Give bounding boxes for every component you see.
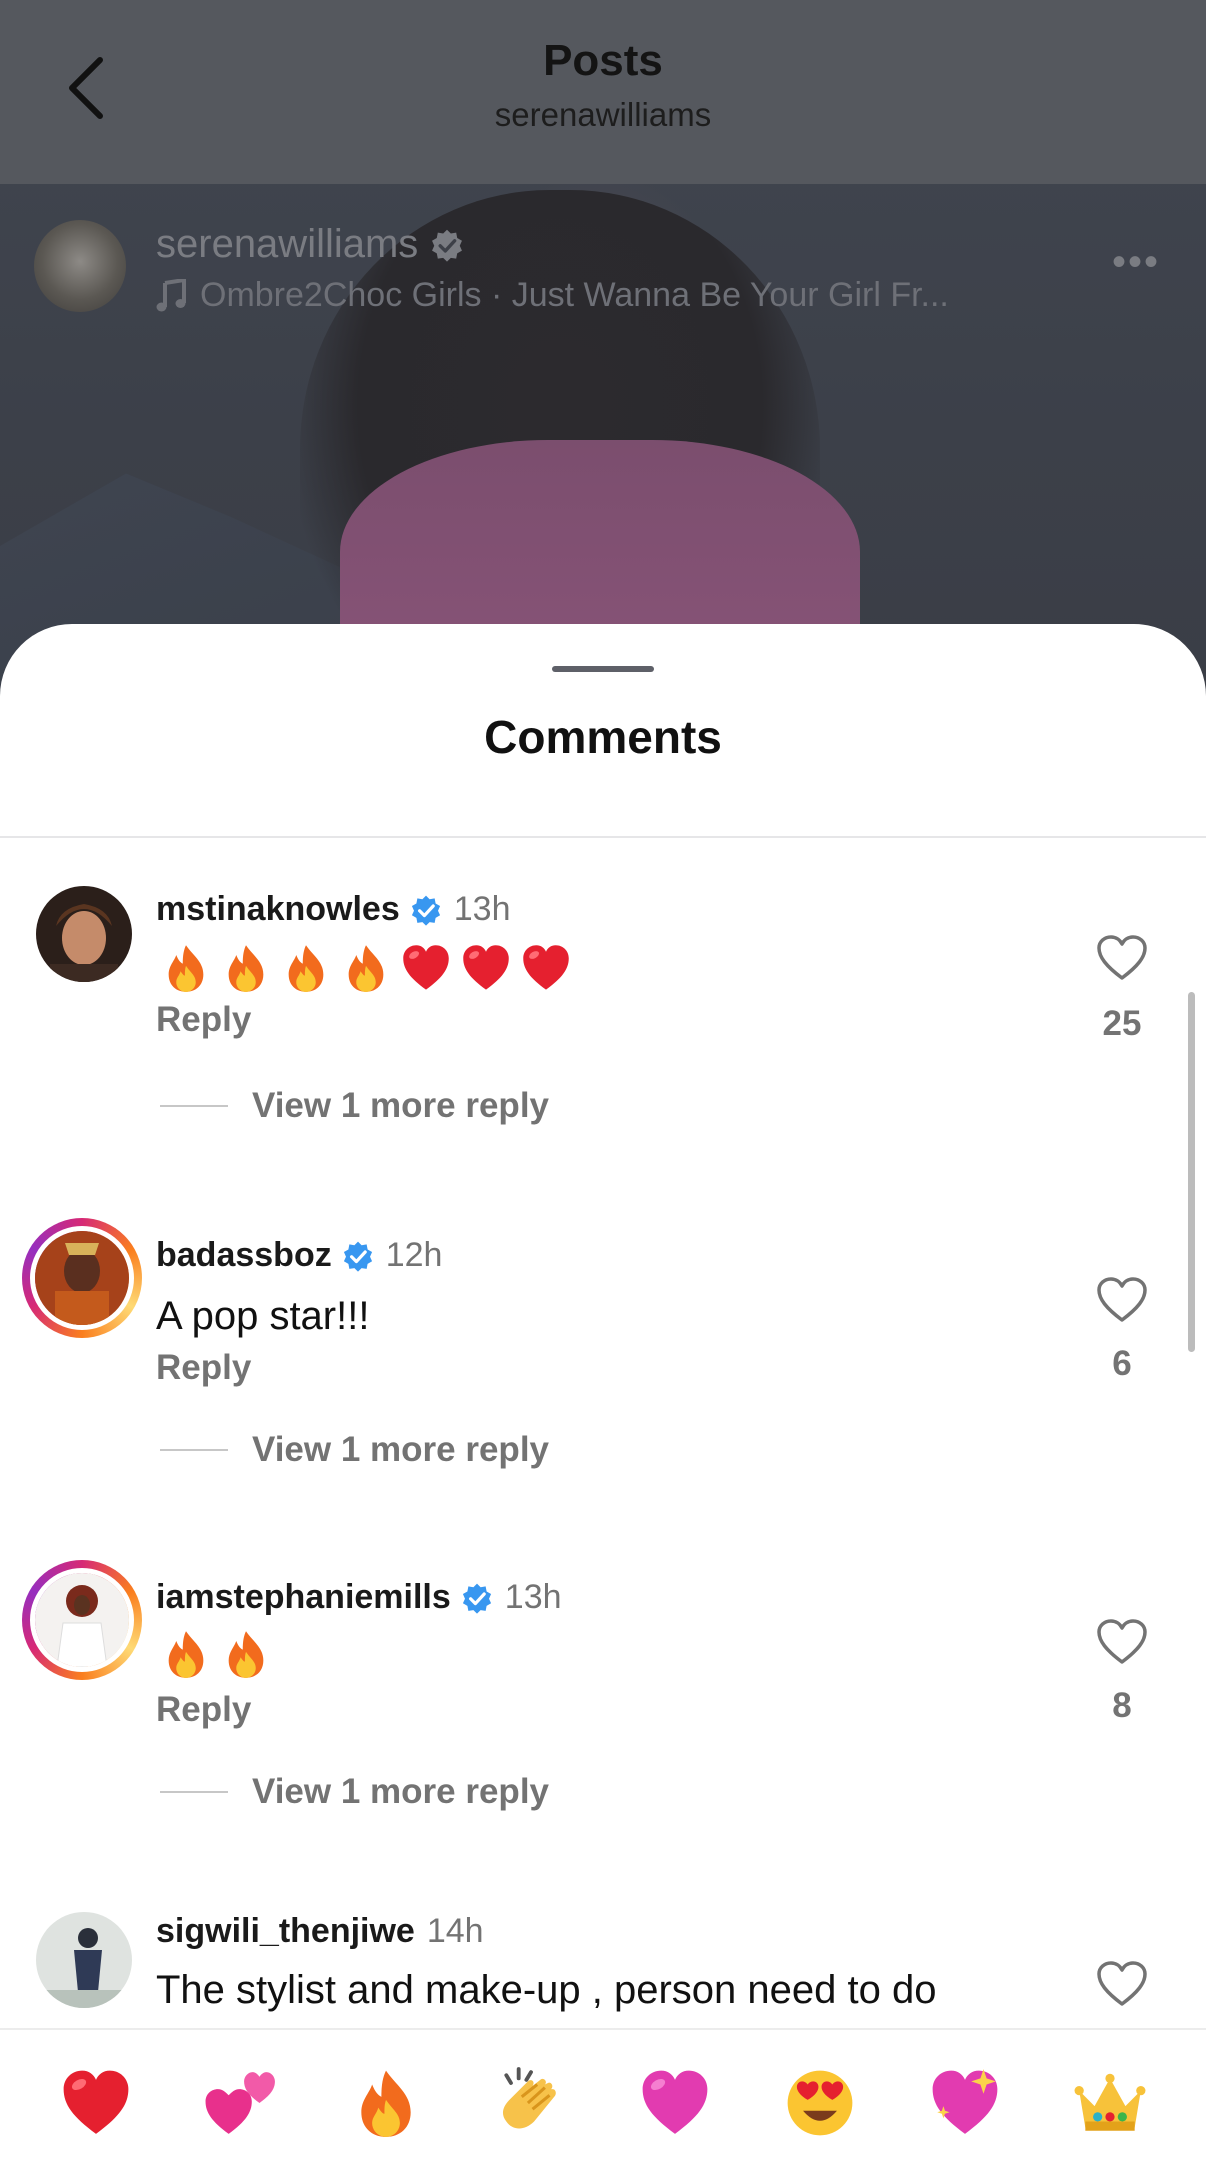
crown-reaction-button[interactable] — [1065, 2058, 1155, 2148]
comment-time: 13h — [453, 890, 511, 928]
fire-reaction-button[interactable] — [341, 2058, 431, 2148]
post-music-line[interactable]: Ombre2Choc Girls · Just Wanna Be Your Gi… — [156, 276, 949, 315]
fire-emoji-icon — [160, 942, 212, 999]
comment-user-line: sigwili_thenjiwe 14h — [156, 1912, 484, 1951]
comment-emoji-text — [160, 1628, 272, 1685]
heart-emoji-icon — [520, 942, 572, 999]
heart-icon[interactable] — [1096, 934, 1148, 982]
sheet-title: Comments — [484, 711, 722, 763]
view-more-replies-label: View 1 more reply — [252, 1086, 550, 1125]
like-count: 6 — [1112, 1344, 1132, 1383]
view-more-replies-button[interactable]: View 1 more reply — [160, 1430, 549, 1470]
like-count: 8 — [1112, 1686, 1132, 1725]
view-more-replies-label: View 1 more reply — [252, 1772, 550, 1811]
avatar[interactable] — [22, 1560, 142, 1680]
verified-badge-icon — [343, 1241, 372, 1272]
top-nav-bar: Posts serenawilliams — [0, 0, 1206, 184]
post-header: serenawilliams Ombre2Choc Girls · Just W… — [0, 184, 1206, 314]
post-author-username[interactable]: serenawilliams — [156, 222, 464, 267]
reply-thread-line — [160, 1449, 228, 1451]
avatar[interactable] — [22, 1218, 142, 1338]
heart-eyes-reaction-button[interactable] — [775, 2058, 865, 2148]
two-hearts-reaction-button[interactable] — [196, 2058, 286, 2148]
comment-username[interactable]: iamstephaniemills — [156, 1578, 451, 1617]
comment-user-line: iamstephaniemills 13h — [156, 1578, 562, 1617]
fire-emoji-icon — [220, 1628, 272, 1685]
comment-user-line: mstinaknowles 13h — [156, 890, 510, 929]
emoji-reaction-bar — [0, 2028, 1206, 2176]
post-author-avatar[interactable] — [34, 220, 126, 312]
view-more-replies-button[interactable]: View 1 more reply — [160, 1086, 549, 1126]
reply-thread-line — [160, 1791, 228, 1793]
sheet-divider — [0, 836, 1206, 838]
comment-item: mstinaknowles 13h Reply View 1 more repl… — [0, 874, 1150, 1214]
comment-time: 12h — [385, 1236, 443, 1274]
comments-sheet: Comments mstinaknowles 13h Reply View 1 … — [0, 624, 1206, 2176]
avatar[interactable] — [36, 886, 132, 982]
heart-emoji-icon — [460, 942, 512, 999]
sheet-drag-handle[interactable] — [552, 666, 654, 672]
clapping-hands-reaction-button[interactable] — [486, 2058, 576, 2148]
heart-icon[interactable] — [1096, 1618, 1148, 1666]
view-more-replies-label: View 1 more reply — [252, 1430, 550, 1469]
comment-emoji-text — [160, 942, 572, 999]
music-track-label: Ombre2Choc Girls · Just Wanna Be Your Gi… — [200, 276, 949, 314]
avatar-photo — [35, 1231, 129, 1325]
view-more-replies-button[interactable]: View 1 more reply — [160, 1772, 549, 1812]
verified-badge-icon — [462, 1583, 491, 1614]
comment-item: iamstephaniemills 13h Reply View 1 more … — [0, 1556, 1150, 1896]
page-subtitle: serenawilliams — [494, 96, 712, 133]
like-count: 25 — [1102, 1004, 1142, 1043]
fire-emoji-icon — [340, 942, 392, 999]
comment-user-line: badassboz 12h — [156, 1236, 442, 1275]
red-heart-reaction-button[interactable] — [51, 2058, 141, 2148]
reply-thread-line — [160, 1105, 228, 1107]
fire-emoji-icon — [160, 1628, 212, 1685]
post-username-label: serenawilliams — [156, 222, 419, 266]
comment-time: 13h — [504, 1578, 562, 1616]
fire-emoji-icon — [280, 942, 332, 999]
heart-emoji-icon — [400, 942, 452, 999]
avatar[interactable] — [36, 1912, 132, 2008]
verified-badge-icon — [411, 895, 440, 926]
sparkling-heart-reaction-button[interactable] — [920, 2058, 1010, 2148]
avatar-photo — [36, 1912, 132, 2008]
heart-icon[interactable] — [1096, 1276, 1148, 1324]
reply-button[interactable]: Reply — [156, 1690, 251, 1730]
more-options-icon[interactable]: ••• — [1112, 240, 1160, 285]
fire-emoji-icon — [220, 942, 272, 999]
comment-time: 14h — [426, 1912, 484, 1950]
music-note-icon — [156, 278, 186, 311]
heart-icon[interactable] — [1096, 1960, 1148, 2008]
avatar-photo — [35, 1573, 129, 1667]
pink-heart-reaction-button[interactable] — [630, 2058, 720, 2148]
comment-text: A pop star!!! — [156, 1294, 370, 1338]
comment-username[interactable]: mstinaknowles — [156, 890, 400, 929]
comment-username[interactable]: badassboz — [156, 1236, 332, 1275]
comment-item: badassboz 12h A pop star!!! Reply View 1… — [0, 1214, 1150, 1554]
scrollbar[interactable] — [1188, 992, 1195, 1352]
reply-button[interactable]: Reply — [156, 1000, 251, 1040]
comment-text: The stylist and make-up , person need to… — [156, 1968, 937, 2012]
verified-badge-icon — [432, 229, 463, 262]
reply-button[interactable]: Reply — [156, 1348, 251, 1388]
avatar-photo — [36, 886, 132, 982]
comment-username[interactable]: sigwili_thenjiwe — [156, 1912, 415, 1951]
page-title: Posts — [543, 36, 663, 85]
